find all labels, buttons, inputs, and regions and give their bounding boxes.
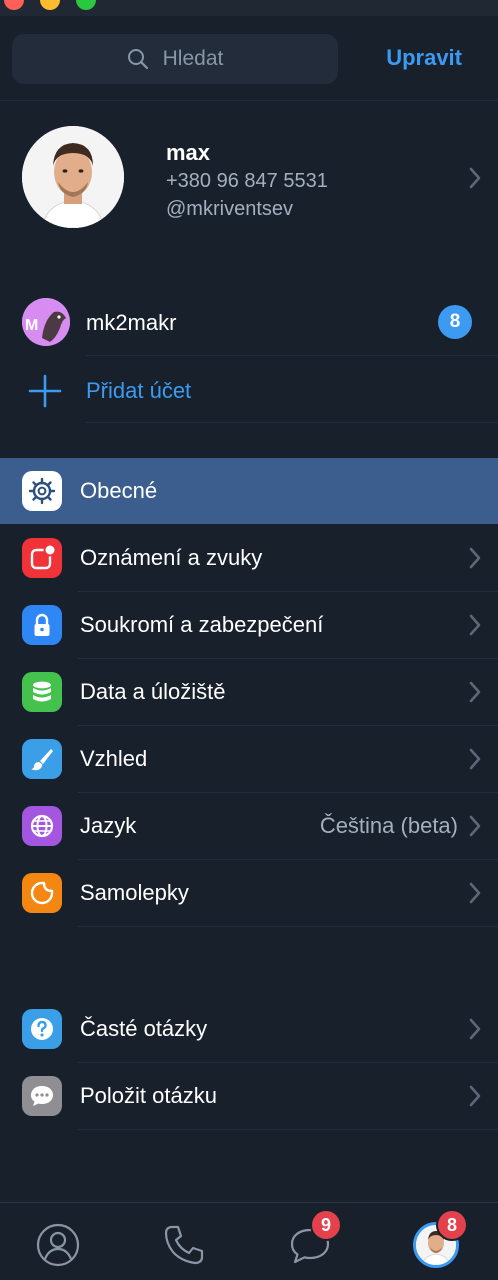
settings-item-label: Samolepky bbox=[80, 880, 189, 905]
divider bbox=[86, 355, 498, 356]
tab-chats[interactable]: 9 bbox=[286, 1209, 342, 1269]
settings-item-appearance[interactable]: Vzhled bbox=[0, 726, 498, 792]
window-close-button[interactable] bbox=[4, 0, 24, 10]
chevron-right-icon bbox=[469, 614, 481, 636]
settings-item-label: Soukromí a zabezpečení bbox=[80, 612, 324, 637]
phone-icon bbox=[164, 1225, 204, 1265]
chevron-right-icon bbox=[469, 1018, 481, 1040]
sticker-icon bbox=[22, 873, 62, 913]
chevron-right-icon bbox=[469, 167, 481, 189]
settings-item-stickers[interactable]: Samolepky bbox=[0, 860, 498, 926]
chevron-right-icon bbox=[469, 748, 481, 770]
divider bbox=[78, 926, 498, 927]
notification-icon bbox=[22, 538, 62, 578]
contacts-icon bbox=[36, 1223, 80, 1267]
settings-item-language[interactable]: Jazyk Čeština (beta) bbox=[0, 793, 498, 859]
settings-item-privacy[interactable]: Soukromí a zabezpečení bbox=[0, 592, 498, 658]
settings-item-label: Vzhled bbox=[80, 746, 148, 771]
chats-unread-badge: 9 bbox=[310, 1209, 342, 1241]
plus-icon bbox=[28, 374, 62, 408]
account-name: mk2makr bbox=[86, 310, 177, 335]
profile-phone: +380 96 847 5531 bbox=[166, 170, 328, 192]
tab-contacts[interactable] bbox=[34, 1221, 82, 1269]
unread-badge: 8 bbox=[438, 305, 472, 339]
profile-avatar bbox=[22, 126, 124, 228]
search-placeholder: Hledat bbox=[162, 47, 224, 70]
account-avatar-letter: M bbox=[25, 317, 38, 334]
settings-item-label: Oznámení a zvuky bbox=[80, 545, 263, 570]
divider bbox=[86, 422, 498, 423]
question-icon bbox=[22, 1009, 62, 1049]
window-titlebar bbox=[0, 0, 498, 16]
settings-item-data-storage[interactable]: Data a úložiště bbox=[0, 659, 498, 725]
brush-icon bbox=[22, 739, 62, 779]
database-icon bbox=[22, 672, 62, 712]
settings-item-label: Obecné bbox=[80, 478, 158, 503]
window-zoom-button[interactable] bbox=[76, 0, 96, 10]
profile-card[interactable]: max +380 96 847 5531 @mkriventsev bbox=[0, 118, 498, 238]
chat-bubble-icon bbox=[22, 1076, 62, 1116]
chevron-right-icon bbox=[469, 882, 481, 904]
profile-username: @mkriventsev bbox=[166, 198, 293, 220]
add-account-label: Přidat účet bbox=[86, 378, 192, 403]
help-item-label: Časté otázky bbox=[80, 1016, 208, 1041]
edit-button[interactable]: Upravit bbox=[386, 45, 462, 71]
help-item-ask-question[interactable]: Položit otázku bbox=[0, 1063, 498, 1129]
tab-calls[interactable] bbox=[160, 1221, 208, 1269]
account-row[interactable]: M mk2makr 8 bbox=[0, 296, 498, 350]
chevron-right-icon bbox=[469, 815, 481, 837]
tab-settings[interactable]: 8 bbox=[412, 1209, 468, 1269]
lock-icon bbox=[22, 605, 62, 645]
settings-item-label: Jazyk bbox=[80, 813, 137, 838]
chevron-right-icon bbox=[469, 547, 481, 569]
settings-item-notifications[interactable]: Oznámení a zvuky bbox=[0, 525, 498, 591]
help-item-faq[interactable]: Časté otázky bbox=[0, 996, 498, 1062]
search-icon bbox=[127, 49, 148, 70]
tab-bar: 9 8 bbox=[0, 1202, 498, 1280]
search-input[interactable]: Hledat bbox=[12, 34, 338, 84]
language-value: Čeština (beta) bbox=[319, 813, 458, 838]
divider bbox=[78, 1129, 498, 1130]
add-account-button[interactable]: Přidat účet bbox=[0, 366, 498, 416]
globe-icon bbox=[22, 806, 62, 846]
account-avatar: M bbox=[22, 298, 70, 346]
profile-name: max bbox=[166, 140, 211, 165]
window-minimize-button[interactable] bbox=[40, 0, 60, 10]
chevron-right-icon bbox=[469, 681, 481, 703]
settings-item-label: Data a úložiště bbox=[80, 679, 226, 704]
divider bbox=[0, 100, 498, 101]
help-item-label: Položit otázku bbox=[80, 1083, 217, 1108]
settings-item-general[interactable]: Obecné bbox=[0, 458, 498, 524]
settings-unread-badge: 8 bbox=[436, 1209, 468, 1241]
chevron-right-icon bbox=[469, 1085, 481, 1107]
gear-icon bbox=[22, 471, 62, 511]
